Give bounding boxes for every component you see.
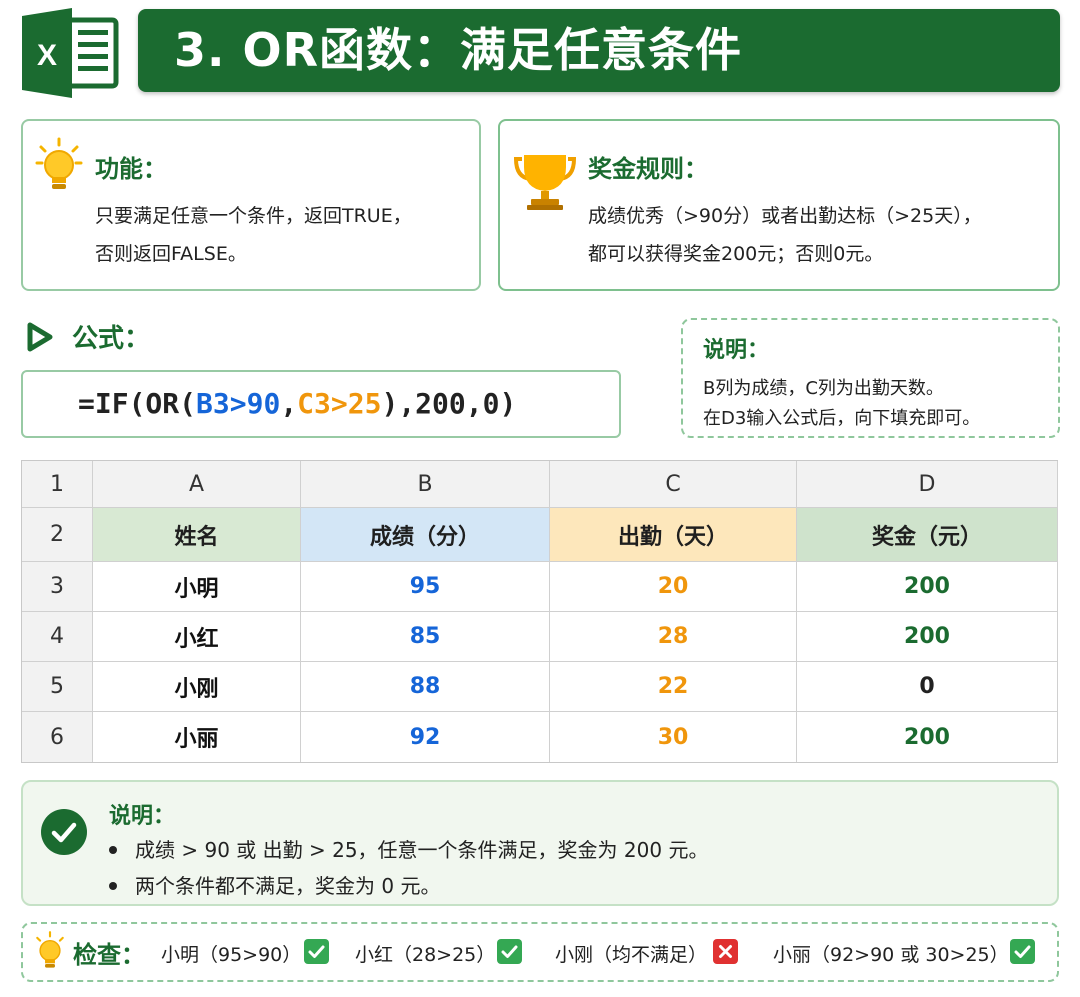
column-letter-d[interactable]: D <box>797 461 1058 508</box>
header-bonus[interactable]: 奖金（元） <box>797 508 1058 562</box>
title-bar: 3. OR函数：满足任意条件 <box>138 9 1060 92</box>
formula-note-line-2: 在D3输入公式后，向下填充即可。 <box>703 408 981 429</box>
function-line-2: 否则返回FALSE。 <box>95 243 247 265</box>
formula-box[interactable]: =IF(OR(B3>90,C3>25),200,0) <box>21 370 621 438</box>
header-attendance[interactable]: 出勤（天） <box>550 508 797 562</box>
cell-score[interactable]: 95 <box>301 562 550 612</box>
cell-attendance[interactable]: 30 <box>550 712 797 762</box>
bonus-rule-card: 奖金规则： 成绩优秀（>90分）或者出勤达标（>25天）， 都可以获得奖金200… <box>498 119 1060 291</box>
cross-icon <box>713 939 738 964</box>
explanation-title: 说明： <box>109 804 176 829</box>
row-number[interactable]: 6 <box>22 712 93 762</box>
excel-logo-icon: X <box>22 8 119 98</box>
cell-score[interactable]: 85 <box>301 612 550 662</box>
header-name[interactable]: 姓名 <box>93 508 301 562</box>
column-letter-b[interactable]: B <box>301 461 550 508</box>
bonus-rule-line-2: 都可以获得奖金200元；否则0元。 <box>588 243 884 265</box>
cell-attendance[interactable]: 22 <box>550 662 797 712</box>
lightbulb-icon <box>36 931 64 968</box>
checkmark-icon <box>1010 939 1035 964</box>
explanation-box: 说明： 成绩 > 90 或 出勤 > 25，任意一个条件满足，奖金为 200 元… <box>21 780 1059 906</box>
check-item-label: 小明（95>90） <box>161 944 302 966</box>
header-score[interactable]: 成绩（分） <box>301 508 550 562</box>
cell-bonus[interactable]: 200 <box>797 712 1058 762</box>
explanation-bullet-text: 成绩 > 90 或 出勤 > 25，任意一个条件满足，奖金为 200 元。 <box>135 838 709 862</box>
cell-bonus[interactable]: 200 <box>797 612 1058 662</box>
spreadsheet: 1 A B C D 2 姓名 成绩（分） 出勤（天） 奖金（元） 3 小明 95… <box>21 460 1058 763</box>
bonus-rule-line-1: 成绩优秀（>90分）或者出勤达标（>25天）， <box>588 205 982 227</box>
check-item-label: 小刚（均不满足） <box>555 944 708 966</box>
function-title: 功能： <box>95 155 167 183</box>
row-number[interactable]: 3 <box>22 562 93 612</box>
row-number[interactable]: 5 <box>22 662 93 712</box>
formula-note-line-1: B列为成绩，C列为出勤天数。 <box>703 378 944 399</box>
checkmark-icon <box>497 939 522 964</box>
trophy-icon <box>514 155 576 210</box>
column-letter-a[interactable]: A <box>93 461 301 508</box>
bullet-icon <box>109 845 117 854</box>
cell-score[interactable]: 88 <box>301 662 550 712</box>
formula-condition-attendance: C3>25 <box>297 387 382 420</box>
row-number[interactable]: 4 <box>22 612 93 662</box>
cell-name[interactable]: 小明 <box>93 562 301 612</box>
check-item-label: 小红（28>25） <box>355 944 496 966</box>
cell-attendance[interactable]: 28 <box>550 612 797 662</box>
cell-bonus[interactable]: 0 <box>797 662 1058 712</box>
bullet-icon <box>109 881 117 890</box>
column-letter-c[interactable]: C <box>550 461 797 508</box>
formula-part-open: =IF(OR( <box>78 387 197 420</box>
function-line-1: 只要满足任意一个条件，返回TRUE， <box>95 205 412 227</box>
row-number[interactable]: 2 <box>22 508 93 562</box>
cell-name[interactable]: 小刚 <box>93 662 301 712</box>
cell-name[interactable]: 小红 <box>93 612 301 662</box>
explanation-bullet-2: 两个条件都不满足，奖金为 0 元。 <box>109 870 440 899</box>
page-title: 3. OR函数：满足任意条件 <box>174 23 743 77</box>
checkmark-icon <box>304 939 329 964</box>
excel-logo-letter: X <box>37 39 57 72</box>
formula-part-close: ),200,0) <box>381 387 517 420</box>
formula-note-title: 说明： <box>703 338 770 363</box>
cell-bonus[interactable]: 200 <box>797 562 1058 612</box>
formula-condition-score: B3>90 <box>196 387 281 420</box>
function-card: 功能： 只要满足任意一个条件，返回TRUE， 否则返回FALSE。 <box>21 119 481 291</box>
row-number[interactable]: 1 <box>22 461 93 508</box>
bonus-rule-title: 奖金规则： <box>588 155 708 183</box>
formula-note: 说明： B列为成绩，C列为出勤天数。 在D3输入公式后，向下填充即可。 <box>681 318 1060 438</box>
lightbulb-icon <box>35 137 83 189</box>
check-title: 检查： <box>73 941 145 969</box>
formula-heading: 公式： <box>72 324 151 354</box>
play-icon <box>27 322 53 352</box>
formula-text: =IF(OR(B3>90,C3>25),200,0) <box>78 387 516 420</box>
cell-name[interactable]: 小丽 <box>93 712 301 762</box>
explanation-bullet-1: 成绩 > 90 或 出勤 > 25，任意一个条件满足，奖金为 200 元。 <box>109 834 708 863</box>
cell-attendance[interactable]: 20 <box>550 562 797 612</box>
formula-part-comma: , <box>280 387 298 420</box>
cell-score[interactable]: 92 <box>301 712 550 762</box>
explanation-bullet-text: 两个条件都不满足，奖金为 0 元。 <box>135 874 441 898</box>
check-item-label: 小丽（92>90 或 30>25） <box>773 944 1009 966</box>
check-circle-icon <box>41 809 87 855</box>
check-row: 检查： 小明（95>90） 小红（28>25） 小刚（均不满足） 小丽（92>9… <box>21 922 1059 982</box>
